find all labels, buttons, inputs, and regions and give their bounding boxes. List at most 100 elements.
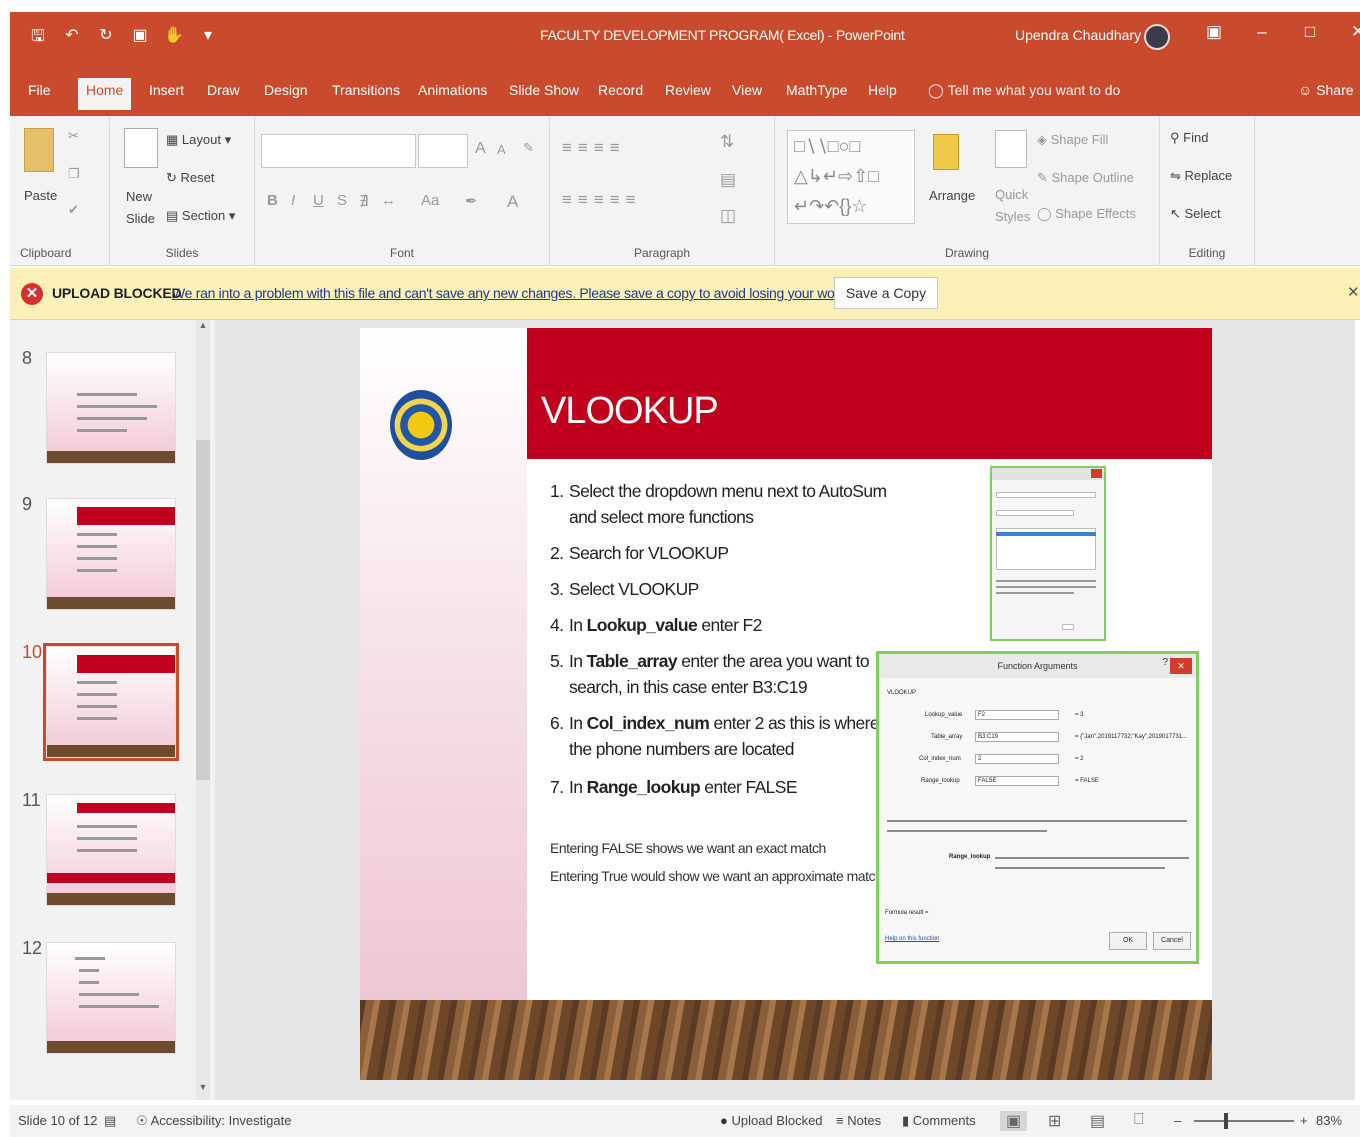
step-text: In — [569, 777, 587, 797]
shapes-gallery[interactable]: □∖∖□○□ △↳↵⇨⇧□ ↵↷↶{}☆ — [787, 130, 915, 224]
arrange-button[interactable]: Arrange — [929, 188, 975, 203]
new-slide-icon[interactable] — [124, 128, 158, 168]
tab-transitions[interactable]: Transitions — [332, 82, 400, 98]
tab-mathtype[interactable]: MathType — [786, 82, 847, 98]
slide-sorter-icon[interactable]: ⊞ — [1048, 1111, 1061, 1131]
share-button[interactable]: ☺ Share — [1298, 82, 1354, 98]
grow-font-button[interactable]: A — [475, 140, 486, 158]
undo-icon[interactable]: ↶ — [62, 25, 82, 52]
smartart-icon[interactable]: ◫ — [720, 206, 736, 226]
upload-blocked-status[interactable]: ● Upload Blocked — [720, 1113, 823, 1128]
find-button[interactable]: ⚲ Find — [1170, 130, 1208, 146]
scroll-up-icon[interactable]: ▲ — [196, 320, 210, 338]
notes-button[interactable]: ≡ Notes — [836, 1113, 881, 1128]
shape-outline-button[interactable]: ✎ Shape Outline — [1037, 170, 1134, 186]
insert-function-screenshot[interactable] — [990, 466, 1106, 641]
italic-button[interactable]: I — [291, 192, 295, 209]
reading-view-icon[interactable]: ▤ — [1090, 1111, 1105, 1131]
tab-slide-show[interactable]: Slide Show — [509, 82, 579, 98]
redo-icon[interactable]: ↻ — [96, 25, 116, 52]
zoom-slider-thumb[interactable] — [1224, 1113, 1228, 1129]
current-slide[interactable]: VLOOKUP 1. Select the dropdown menu next … — [360, 328, 1212, 1080]
tab-draw[interactable]: Draw — [207, 82, 240, 98]
bullets-icon[interactable]: ≡≡≡≡ — [562, 138, 626, 158]
slide-thumbnail[interactable] — [46, 498, 176, 610]
format-painter-icon[interactable]: ✔ — [68, 202, 79, 218]
tab-record[interactable]: Record — [598, 82, 643, 98]
normal-view-icon[interactable]: ▣ — [1000, 1111, 1028, 1131]
scroll-down-icon[interactable]: ▼ — [196, 1082, 210, 1100]
comments-button[interactable]: ▮ Comments — [902, 1113, 976, 1129]
ribbon-display-icon[interactable]: ▣ — [1190, 22, 1238, 42]
close-icon[interactable]: ✕ — [1334, 22, 1360, 42]
align-text-icon[interactable]: ▤ — [720, 170, 736, 190]
zoom-out-icon[interactable]: – — [1174, 1113, 1181, 1128]
touch-icon[interactable]: ✋ — [164, 25, 184, 52]
layout-button[interactable]: ▦ Layout ▾ — [166, 132, 231, 148]
shape-fill-button[interactable]: ◈ Shape Fill — [1037, 132, 1108, 148]
slide-thumbnail[interactable] — [46, 352, 176, 464]
character-spacing-icon[interactable]: ↔ — [381, 192, 396, 209]
tab-insert[interactable]: Insert — [149, 82, 184, 98]
bold-button[interactable]: B — [267, 192, 278, 209]
tab-help[interactable]: Help — [868, 82, 897, 98]
shape-effects-button[interactable]: ◯ Shape Effects — [1037, 206, 1136, 222]
clear-formatting-icon[interactable]: ✎ — [523, 140, 534, 156]
tab-design[interactable]: Design — [264, 82, 308, 98]
upload-blocked-message[interactable]: We ran into a problem with this file and… — [172, 285, 849, 301]
tab-file[interactable]: File — [28, 82, 51, 98]
function-arguments-dialog[interactable]: Function Arguments ? ✕ VLOOKUP Lookup_va… — [876, 651, 1199, 964]
slide-title[interactable]: VLOOKUP — [541, 390, 719, 433]
reset-button[interactable]: ↻ Reset — [166, 170, 214, 186]
zoom-level[interactable]: 83% — [1316, 1113, 1342, 1128]
note-approximate-match[interactable]: Entering True would show we want an appr… — [550, 868, 883, 884]
select-button[interactable]: ↖ Select — [1170, 206, 1221, 222]
save-a-copy-button[interactable]: Save a Copy — [834, 277, 938, 309]
slide-thumbnail[interactable] — [46, 794, 176, 906]
quick-styles-button[interactable]: Quick Styles — [995, 184, 1030, 228]
shrink-font-button[interactable]: A — [497, 142, 506, 157]
shadow-button[interactable]: S — [337, 192, 347, 209]
slide-thumbnail-selected[interactable] — [43, 643, 179, 761]
save-icon[interactable]: 🖫 — [28, 25, 48, 52]
slide-thumbnail[interactable] — [46, 942, 176, 1054]
upload-blocked-label: Upload Blocked — [731, 1113, 823, 1128]
note-exact-match[interactable]: Entering FALSE shows we want an exact ma… — [550, 840, 826, 856]
restore-icon[interactable]: □ — [1286, 22, 1334, 42]
paste-icon[interactable] — [24, 128, 54, 172]
tell-me-search[interactable]: ◯ Tell me what you want to do — [928, 82, 1120, 99]
font-color-button[interactable]: A — [507, 192, 518, 212]
paste-button[interactable]: Paste — [24, 188, 57, 203]
underline-button[interactable]: U — [313, 192, 324, 209]
tab-view[interactable]: View — [732, 82, 762, 98]
alignment-icons[interactable]: ≡≡≡≡≡ — [562, 190, 642, 210]
copy-icon[interactable]: ❐ — [68, 166, 80, 182]
scroll-thumb[interactable] — [196, 440, 210, 780]
cut-icon[interactable]: ✂ — [68, 128, 79, 144]
tab-home[interactable]: Home — [78, 78, 132, 110]
text-direction-icon[interactable]: ⇅ — [720, 132, 734, 152]
thumbnails-scrollbar[interactable]: ▲ ▼ — [196, 320, 210, 1100]
replace-button[interactable]: ⇋ Replace — [1170, 168, 1232, 184]
slide-counter[interactable]: Slide 10 of 12 — [18, 1113, 98, 1128]
font-name-input[interactable] — [261, 134, 416, 168]
zoom-slider[interactable] — [1194, 1120, 1294, 1122]
new-slide-button[interactable]: New Slide — [126, 186, 155, 230]
spelling-icon[interactable]: ▤ — [104, 1113, 116, 1129]
strikethrough-icon[interactable]: ∄ — [359, 192, 368, 210]
close-icon[interactable]: ✕ — [1347, 283, 1360, 301]
zoom-in-icon[interactable]: + — [1300, 1113, 1308, 1128]
customize-icon[interactable]: ▾ — [198, 25, 218, 52]
avatar[interactable] — [1144, 24, 1170, 50]
tab-review[interactable]: Review — [665, 82, 711, 98]
present-icon[interactable]: ▣ — [130, 25, 150, 52]
font-size-input[interactable] — [418, 134, 468, 168]
accessibility-status[interactable]: ☉ Accessibility: Investigate — [136, 1113, 291, 1129]
change-case-button[interactable]: Aa — [421, 192, 439, 209]
slideshow-icon[interactable]: ⎕ — [1134, 1111, 1144, 1129]
section-button[interactable]: ▤ Section ▾ — [166, 208, 235, 224]
minimize-icon[interactable]: – — [1238, 22, 1286, 42]
user-name[interactable]: Upendra Chaudhary — [1015, 27, 1141, 43]
highlight-icon[interactable]: ✒ — [465, 192, 478, 210]
tab-animations[interactable]: Animations — [418, 82, 487, 98]
